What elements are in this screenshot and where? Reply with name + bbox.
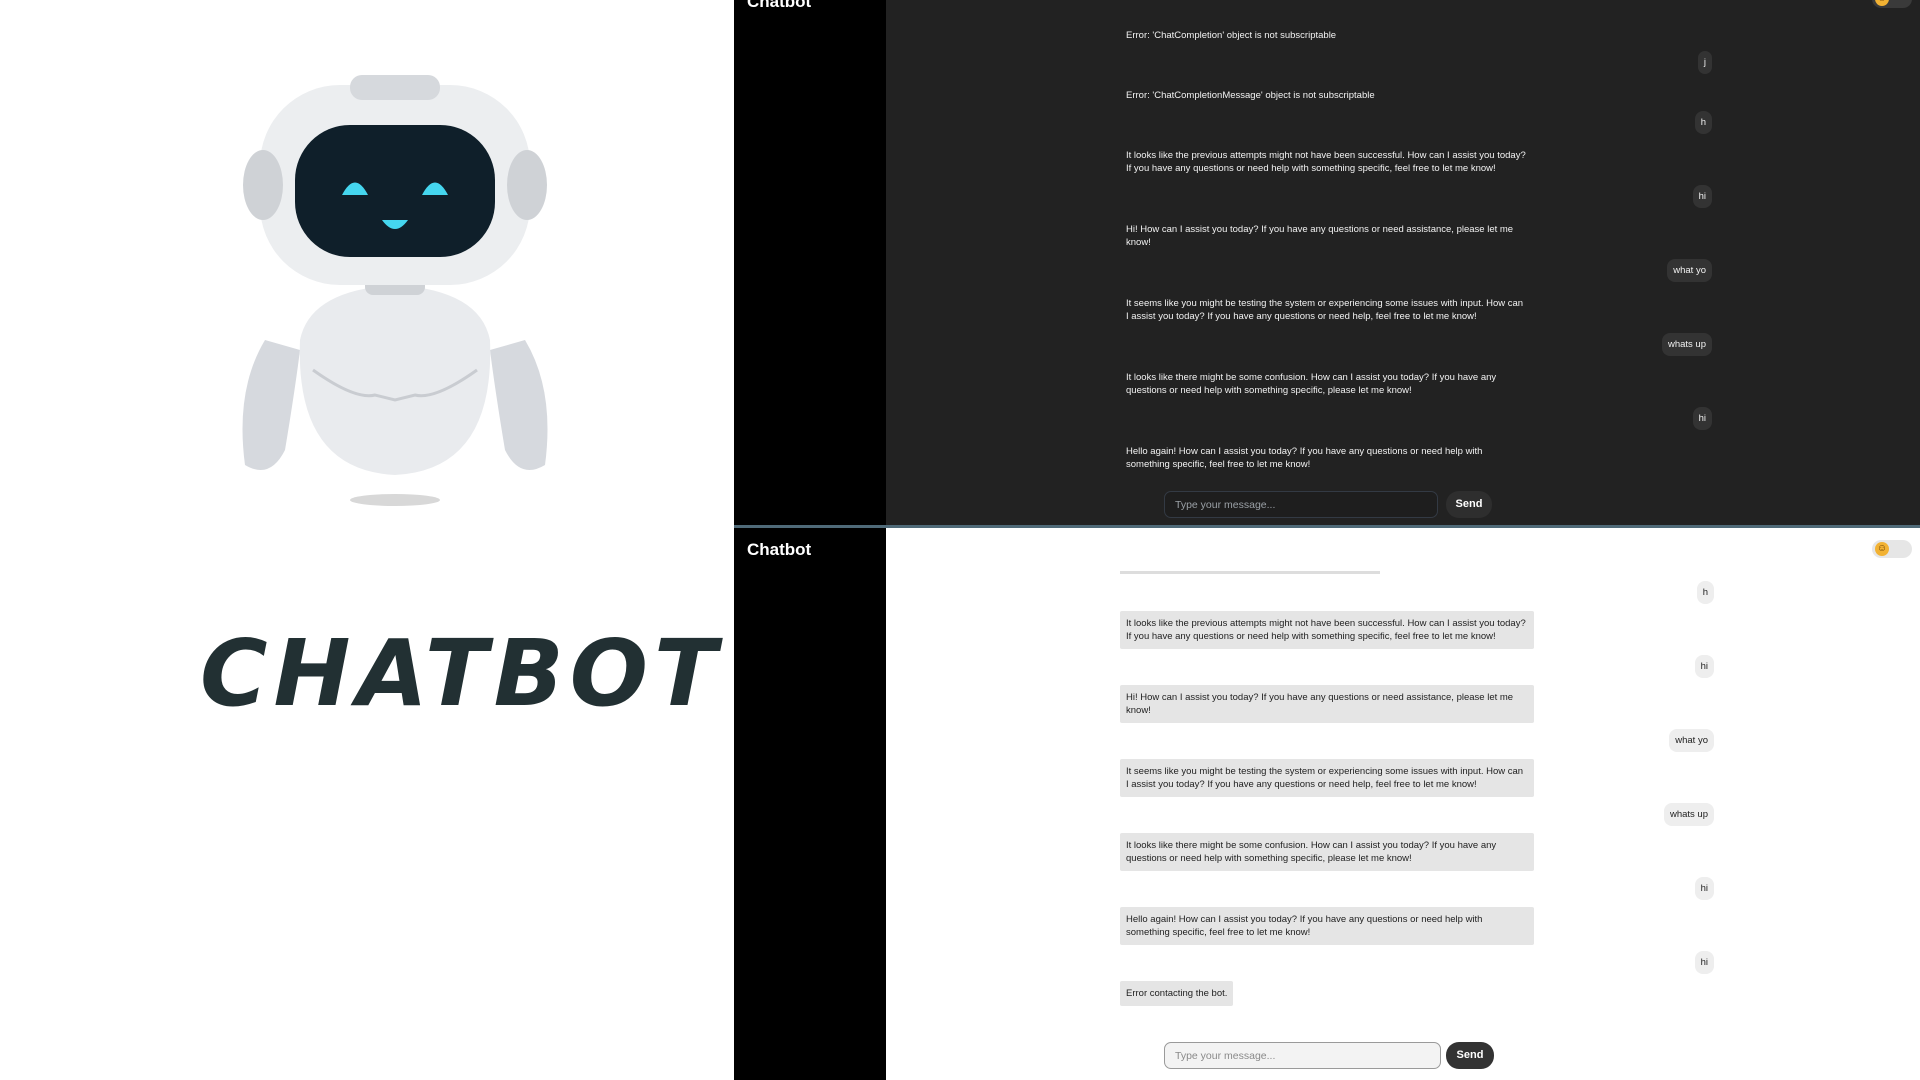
promo-panel: CHATBOT: [0, 0, 734, 1080]
bot-message: Error: 'ChatCompletion' object is not su…: [1126, 30, 1337, 41]
send-button[interactable]: Send: [1446, 491, 1492, 518]
user-message: j: [1697, 51, 1712, 74]
theme-toggle[interactable]: ☺: [1872, 0, 1912, 8]
user-message: what yo: [1669, 729, 1714, 752]
message-input[interactable]: Type your message...: [1164, 1042, 1441, 1069]
user-message: whats up: [1663, 803, 1714, 826]
bot-message: Error: 'ChatCompletionMessage' object is…: [1126, 90, 1375, 101]
bot-message: Hello again! How can I assist you today?…: [1120, 907, 1534, 945]
emoji-icon: ☺: [1875, 0, 1889, 6]
chat-window-dark: Chatbot ☺ Error: 'ChatCompletion' object…: [734, 0, 1920, 525]
sidebar: Chatbot: [734, 0, 886, 525]
theme-toggle[interactable]: ☺: [1872, 540, 1912, 558]
robot-illustration: [242, 75, 548, 506]
sidebar-title: Chatbot: [747, 540, 812, 559]
bot-message: It looks like the previous attempts migh…: [1126, 150, 1526, 174]
user-message: hi: [1692, 185, 1712, 208]
bot-message: It seems like you might be testing the s…: [1126, 298, 1524, 322]
user-message: what yo: [1667, 259, 1712, 282]
loading-bar: [1120, 571, 1380, 574]
user-message: h: [1696, 581, 1714, 604]
user-message: whats up: [1661, 333, 1712, 356]
bot-message: Hi! How can I assist you today? If you h…: [1120, 685, 1534, 723]
brand-title: CHATBOT: [200, 620, 723, 727]
bot-message: It looks like the previous attempts migh…: [1120, 611, 1534, 649]
bot-message: Hi! How can I assist you today? If you h…: [1126, 224, 1514, 248]
emoji-icon: ☺: [1875, 542, 1889, 556]
bot-message: It looks like there might be some confus…: [1126, 372, 1497, 396]
bot-message: Error contacting the bot.: [1120, 981, 1234, 1006]
user-message: hi: [1694, 877, 1714, 900]
sidebar: Chatbot: [734, 528, 886, 1080]
bot-message: Hello again! How can I assist you today?…: [1126, 446, 1483, 470]
bot-message: It looks like there might be some confus…: [1120, 833, 1534, 871]
user-message: hi: [1692, 407, 1712, 430]
chat-window-light: Chatbot ☺ h It looks like the previous a…: [734, 528, 1920, 1080]
user-message: hi: [1694, 655, 1714, 678]
bot-message: It seems like you might be testing the s…: [1120, 759, 1534, 797]
sidebar-title: Chatbot: [747, 0, 812, 11]
send-button[interactable]: Send: [1446, 1042, 1494, 1069]
message-input[interactable]: Type your message...: [1164, 491, 1438, 518]
user-message: h: [1694, 111, 1712, 134]
user-message: hi: [1694, 951, 1714, 974]
